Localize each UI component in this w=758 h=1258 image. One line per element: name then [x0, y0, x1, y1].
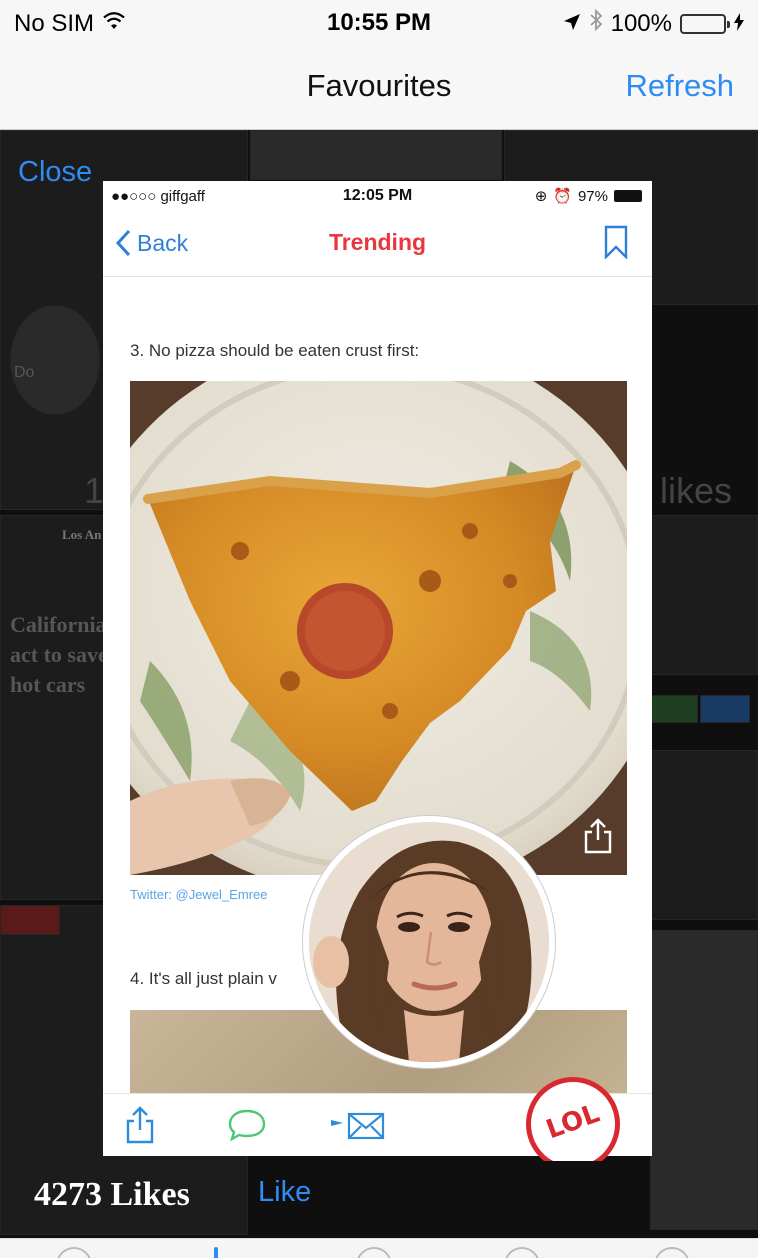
- refresh-button[interactable]: Refresh: [625, 68, 734, 104]
- tab-icon[interactable]: [654, 1247, 690, 1258]
- comment-icon[interactable]: [227, 1108, 267, 1147]
- background-masthead: Los An: [62, 527, 102, 542]
- location-icon: [563, 10, 581, 38]
- card-status-right: ⊕ ⏰ 97%: [535, 187, 642, 205]
- bluetooth-icon: [589, 8, 603, 38]
- background-tile: [650, 750, 758, 920]
- tab-icon[interactable]: [504, 1247, 540, 1258]
- background-badge: [0, 905, 60, 935]
- background-headline: California act to save hot cars: [10, 610, 108, 700]
- mail-icon[interactable]: [331, 1112, 387, 1145]
- card-title: Trending: [328, 229, 427, 255]
- battery-percent: 100%: [610, 9, 672, 37]
- share-icon[interactable]: [125, 1106, 155, 1149]
- alarm-icon: ⏰: [553, 188, 572, 205]
- article-item-heading: 4. It's all just plain v: [130, 969, 277, 988]
- background-button: [700, 695, 750, 723]
- tab-icon[interactable]: [214, 1247, 218, 1258]
- background-headline-line: act to save: [10, 642, 108, 667]
- charging-icon: [734, 10, 744, 38]
- tab-bar: [0, 1238, 758, 1258]
- tab-icon[interactable]: [356, 1247, 392, 1258]
- navigation-bar: Favourites Refresh: [0, 46, 758, 130]
- status-right: 100%: [563, 8, 744, 38]
- rotation-lock-icon: ⊕: [534, 188, 548, 205]
- background-button: [650, 695, 698, 723]
- bookmark-icon[interactable]: [604, 225, 628, 264]
- likes-count: 4273 Likes: [34, 1176, 190, 1213]
- background-headline-line: hot cars: [10, 672, 86, 697]
- status-bar: No SIM 10:55 PM 100%: [0, 0, 758, 46]
- background-likes-count: 1: [84, 470, 105, 511]
- reaction-selfie-bubble[interactable]: [303, 816, 555, 1068]
- background-headline-line: California: [10, 612, 107, 637]
- background-tile: [650, 515, 758, 675]
- background-tile: [250, 130, 502, 180]
- like-button[interactable]: Like: [258, 1176, 311, 1209]
- battery-icon: [680, 13, 730, 34]
- card-navigation-bar: Back Trending: [103, 211, 652, 277]
- lol-button[interactable]: LOL: [526, 1077, 620, 1161]
- card-battery-icon: [614, 190, 642, 202]
- background-likes-label: likes: [660, 470, 733, 511]
- article-item-heading: 3. No pizza should be eaten crust first:: [130, 341, 420, 360]
- card-battery-percent: 97%: [577, 187, 608, 205]
- close-button[interactable]: Close: [18, 156, 92, 189]
- share-icon[interactable]: [583, 818, 613, 859]
- background-snippet: Do: [14, 364, 35, 381]
- background-tile: [650, 930, 758, 1230]
- tab-icon[interactable]: [56, 1247, 92, 1258]
- twitter-credit-link[interactable]: Twitter: @Jewel_Emree: [130, 887, 267, 902]
- card-status-bar: ●●○○○ giffgaff 12:05 PM ⊕ ⏰ 97%: [103, 181, 652, 211]
- pizza-photo: [130, 381, 627, 875]
